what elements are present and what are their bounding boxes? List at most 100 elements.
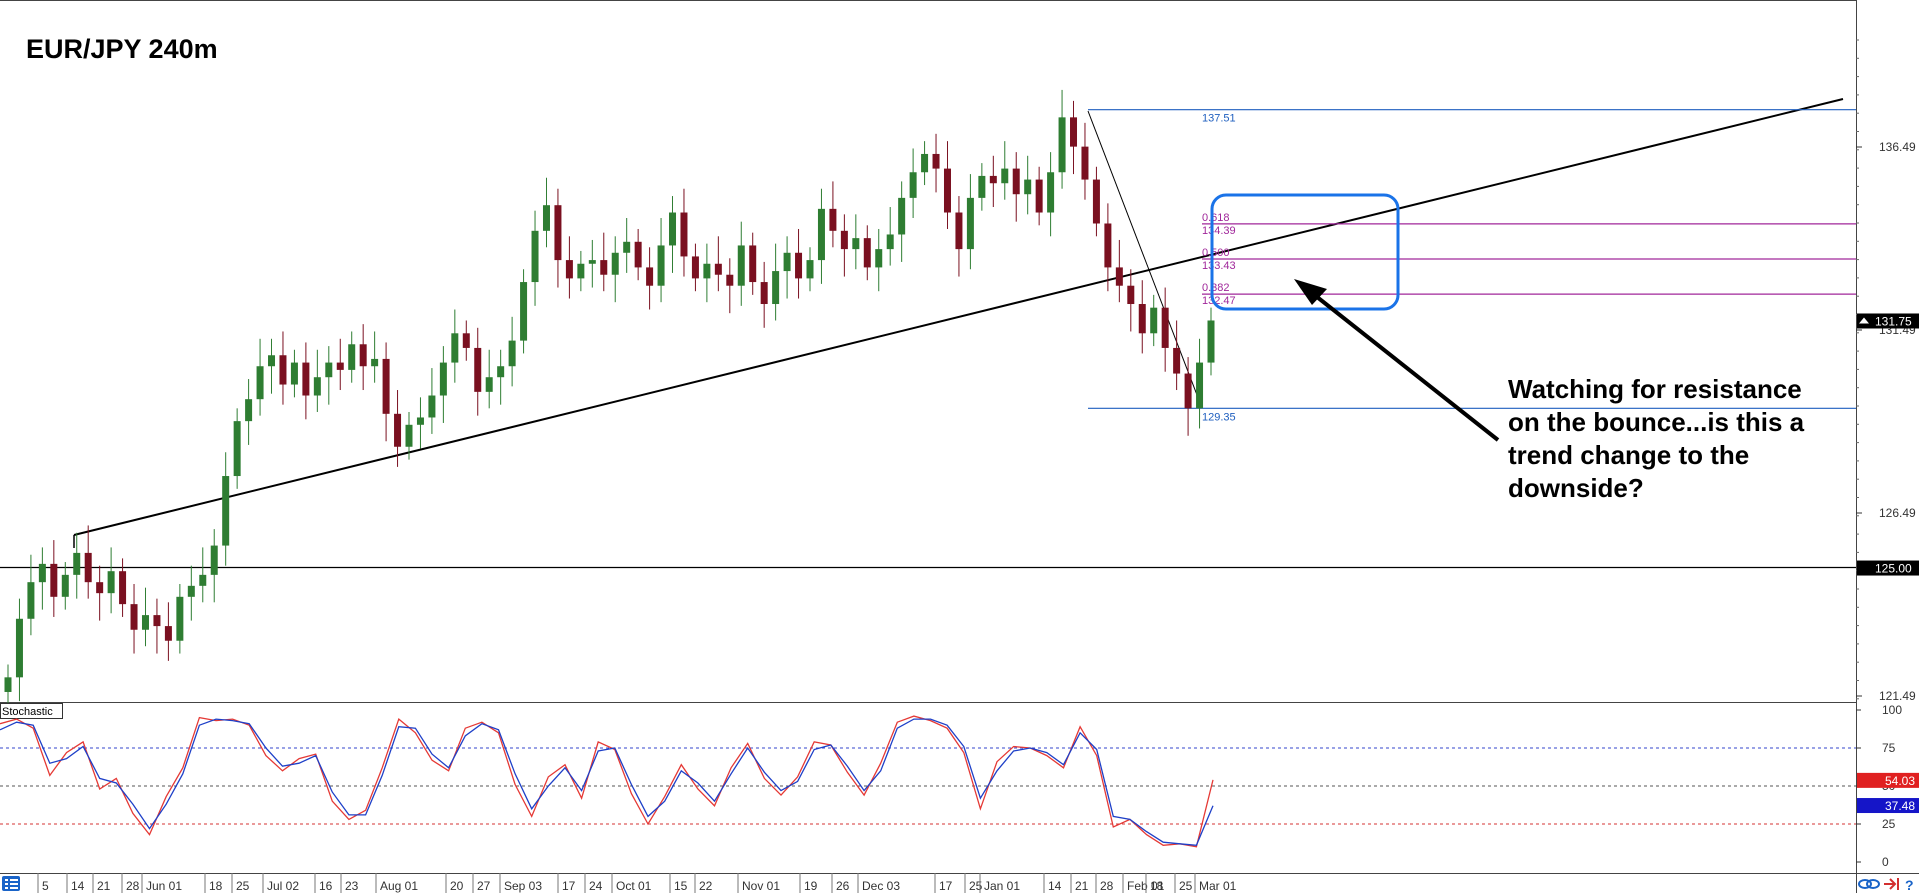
candle-body: [1001, 168, 1009, 184]
candle-body: [451, 333, 459, 363]
annotation-line: trend change to the: [1508, 440, 1749, 470]
candle-body: [531, 230, 539, 283]
time-tick-label: 25: [236, 879, 250, 893]
time-tick-label: 16: [319, 879, 333, 893]
candle-body: [164, 626, 172, 641]
candle-body: [1196, 362, 1204, 409]
time-tick-label: Nov 01: [742, 879, 780, 893]
help-icon[interactable]: ?: [1905, 877, 1914, 893]
candle-body: [279, 355, 287, 385]
candle-body: [268, 355, 276, 367]
candle-body: [588, 260, 596, 264]
candle-body: [290, 362, 298, 385]
candle-body: [394, 413, 402, 447]
time-tick-label: 22: [699, 879, 713, 893]
price-tick-label: 136.49: [1879, 140, 1916, 154]
annotation-line: on the bounce...is this a: [1508, 407, 1805, 437]
candle-body: [1092, 179, 1100, 224]
time-tick-label: 24: [589, 879, 603, 893]
time-tick-label: 18: [1150, 879, 1164, 893]
candle-body: [657, 245, 665, 286]
candle-body: [600, 260, 608, 275]
candle-body: [1138, 304, 1146, 334]
candle-body: [737, 245, 745, 286]
time-tick-label: 14: [71, 879, 85, 893]
candle-body: [107, 571, 115, 594]
time-tick-label: 25: [1179, 879, 1193, 893]
candle-body: [623, 241, 631, 253]
candle-body: [371, 358, 379, 367]
candle-body: [256, 366, 264, 400]
candle-body: [485, 377, 493, 392]
candle-body: [497, 366, 505, 378]
candle-body: [416, 417, 424, 425]
annotation-line: downside?: [1508, 473, 1644, 503]
time-tick-label: 15: [674, 879, 688, 893]
candle-body: [817, 208, 825, 261]
candle-body: [1035, 179, 1043, 213]
candle-body: [840, 230, 848, 250]
fib-price-label: 133.43: [1202, 260, 1236, 272]
candle-body: [909, 172, 917, 198]
candle-body: [829, 208, 837, 231]
candle-body: [1012, 168, 1020, 195]
candle-body: [611, 252, 619, 275]
candle-body: [691, 256, 699, 279]
price-tag-label: 131.75: [1875, 314, 1912, 328]
candle-body: [921, 153, 929, 173]
candle-body: [1104, 223, 1112, 268]
candle-body: [955, 212, 963, 250]
candle-body: [1150, 307, 1158, 334]
candle-body: [462, 333, 470, 348]
time-tick-label: Aug 01: [380, 879, 418, 893]
candle-body: [1081, 146, 1089, 180]
time-tick-label: Oct 01: [616, 879, 652, 893]
fib-ratio-label: 0.382: [1202, 282, 1230, 294]
candle-body: [943, 168, 951, 213]
candle-body: [405, 424, 413, 447]
candle-body: [749, 245, 757, 283]
candle-body: [199, 574, 207, 586]
list-icon[interactable]: [2, 876, 20, 891]
candle-body: [348, 344, 356, 370]
time-tick-label: 5: [42, 879, 49, 893]
chart-title: EUR/JPY 240m: [26, 34, 218, 64]
candle-body: [806, 260, 814, 279]
candle-body: [141, 615, 149, 630]
candle-body: [726, 274, 734, 286]
candle-body: [187, 585, 195, 597]
candle-body: [932, 153, 940, 169]
price-tick-label: 121.49: [1879, 689, 1916, 703]
candle-body: [439, 362, 447, 396]
candle-body: [96, 582, 104, 594]
candle-body: [50, 563, 58, 597]
candle-body: [233, 421, 241, 477]
candle-body: [313, 377, 321, 396]
candle-body: [783, 252, 791, 272]
time-tick-label: 17: [939, 879, 953, 893]
time-tick-label: 17: [562, 879, 576, 893]
candle-body: [428, 395, 436, 418]
candle-body: [245, 399, 253, 422]
candle-body: [1115, 267, 1123, 286]
candle-body: [4, 677, 12, 692]
candle-body: [27, 582, 35, 619]
candle-body: [634, 241, 642, 268]
candle-body: [542, 205, 550, 231]
candle-body: [1058, 117, 1066, 173]
annotation-line: Watching for resistance: [1508, 374, 1802, 404]
stochastic-tick-label: 75: [1882, 741, 1896, 755]
candle-body: [382, 358, 390, 414]
candle-body: [1127, 285, 1135, 305]
candle-body: [680, 212, 688, 257]
candle-body: [875, 249, 883, 268]
time-tick-label: 21: [1075, 879, 1089, 893]
candle-body: [989, 175, 997, 184]
time-tick-label: 21: [97, 879, 111, 893]
chart-canvas: 136.49131.49126.49121.49 5 14 21 28 Jun 01 18…: [0, 0, 1919, 893]
candle-body: [210, 545, 218, 575]
time-tick-label: Jul 02: [267, 879, 299, 893]
candle-body: [703, 263, 711, 279]
candle-body: [222, 476, 230, 546]
time-tick-label: 25: [969, 879, 983, 893]
